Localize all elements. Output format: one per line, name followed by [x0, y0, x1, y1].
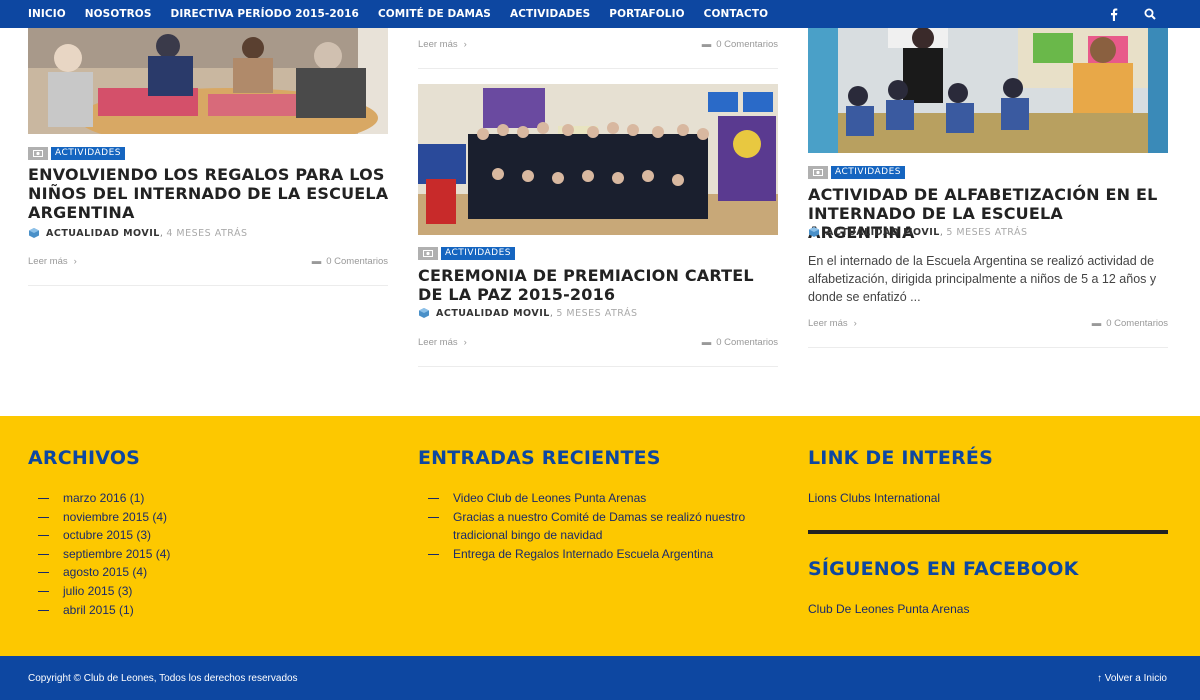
nav-item-comite-damas[interactable]: COMITÉ DE DAMAS	[378, 8, 491, 20]
archive-link[interactable]: abril 2015 (1)	[28, 601, 388, 620]
post-date: 4 MESES ATRÁS	[166, 227, 248, 239]
divider	[418, 68, 778, 69]
post-date: 5 MESES ATRÁS	[946, 226, 1028, 238]
chevron-right-icon: ›	[463, 39, 467, 50]
back-to-top-link[interactable]: ↑ Volver a Inicio	[1097, 673, 1167, 684]
cube-icon	[419, 308, 429, 318]
chevron-right-icon: ›	[853, 318, 857, 329]
camera-icon	[418, 246, 438, 260]
category-tag[interactable]: ACTIVIDADES	[51, 146, 126, 160]
post-author[interactable]: ACTUALIDAD MOVIL	[826, 227, 940, 238]
comments-link[interactable]: ▬ 0 Comentarios	[1092, 318, 1168, 329]
entradas-list: Video Club de Leones Punta Arenas Gracia…	[418, 489, 778, 563]
recent-post-link[interactable]: Entrega de Regalos Internado Escuela Arg…	[418, 545, 778, 564]
comment-icon: ▬	[1091, 318, 1102, 329]
main-menu: INICIO NOSOTROS DIRECTIVA PERÍODO 2015-2…	[0, 0, 787, 28]
divider	[28, 285, 388, 286]
post-thumbnail-alfabetizacion[interactable]	[808, 28, 1168, 153]
facebook-heading: SÍGUENOS EN FACEBOOK	[808, 558, 1079, 580]
archive-link[interactable]: octubre 2015 (3)	[28, 526, 388, 545]
cube-icon	[809, 227, 819, 237]
comments-link[interactable]: ▬ 0 Comentarios	[312, 256, 388, 267]
divider	[418, 366, 778, 367]
facebook-page-link[interactable]: Club De Leones Punta Arenas	[808, 602, 969, 616]
post-footer-row: Leer más › ▬ 0 Comentarios	[808, 318, 1168, 329]
post-author[interactable]: ACTUALIDAD MOVIL	[436, 308, 550, 319]
nav-item-contacto[interactable]: CONTACTO	[704, 8, 769, 20]
read-more-link[interactable]: Leer más ›	[418, 39, 467, 50]
bottom-bar: Copyright © Club de Leones, Todos los de…	[0, 656, 1200, 700]
nav-item-nosotros[interactable]: NOSOTROS	[85, 8, 152, 20]
comments-link[interactable]: ▬ 0 Comentarios	[702, 39, 778, 50]
nav-item-inicio[interactable]: INICIO	[28, 8, 66, 20]
post-category-row: ACTIVIDADES	[808, 165, 906, 179]
cube-icon	[29, 228, 39, 238]
copyright-text: Copyright © Club de Leones, Todos los de…	[28, 673, 298, 684]
nav-item-directiva[interactable]: DIRECTIVA PERÍODO 2015-2016	[171, 8, 359, 20]
category-tag[interactable]: ACTIVIDADES	[441, 246, 516, 260]
archive-link[interactable]: noviembre 2015 (4)	[28, 508, 388, 527]
recent-post-link[interactable]: Gracias a nuestro Comité de Damas se rea…	[418, 508, 778, 545]
camera-icon	[808, 165, 828, 179]
site-footer: ARCHIVOS marzo 2016 (1) noviembre 2015 (…	[0, 416, 1200, 656]
chevron-right-icon: ›	[73, 256, 77, 267]
comments-link[interactable]: ▬ 0 Comentarios	[702, 337, 778, 348]
category-tag[interactable]: ACTIVIDADES	[831, 165, 906, 179]
post-title[interactable]: CEREMONIA DE PREMIACION CARTEL DE LA PAZ…	[418, 266, 780, 304]
archivos-list: marzo 2016 (1) noviembre 2015 (4) octubr…	[28, 489, 388, 619]
comment-icon: ▬	[701, 39, 712, 50]
post-footer-row: Leer más › ▬ 0 Comentarios	[28, 256, 388, 267]
entradas-heading: ENTRADAS RECIENTES	[418, 447, 661, 469]
lions-clubs-link[interactable]: Lions Clubs International	[808, 491, 940, 505]
post-footer-row: Leer más › ▬ 0 Comentarios	[418, 39, 778, 50]
divider	[808, 347, 1168, 348]
post-meta: ACTUALIDAD MOVIL, 4 MESES ATRÁS	[28, 227, 248, 239]
recent-post-link[interactable]: Video Club de Leones Punta Arenas	[418, 489, 778, 508]
archive-link[interactable]: julio 2015 (3)	[28, 582, 388, 601]
post-thumbnail-regalos[interactable]	[28, 28, 388, 134]
archivos-heading: ARCHIVOS	[28, 447, 141, 469]
post-author[interactable]: ACTUALIDAD MOVIL	[46, 228, 160, 239]
archive-link[interactable]: agosto 2015 (4)	[28, 563, 388, 582]
links-heading: LINK DE INTERÉS	[808, 447, 993, 469]
archive-link[interactable]: septiembre 2015 (4)	[28, 545, 388, 564]
post-category-row: ACTIVIDADES	[418, 246, 516, 260]
post-excerpt: En el internado de la Escuela Argentina …	[808, 254, 1157, 304]
post-thumbnail-ceremonia[interactable]	[418, 84, 778, 235]
read-more-link[interactable]: Leer más ›	[808, 318, 857, 329]
read-more-link[interactable]: Leer más ›	[418, 337, 467, 348]
archive-link[interactable]: marzo 2016 (1)	[28, 489, 388, 508]
divider	[808, 530, 1168, 534]
post-category-row: ACTIVIDADES	[28, 146, 126, 160]
comment-icon: ▬	[701, 337, 712, 348]
post-title[interactable]: ENVOLVIENDO LOS REGALOS PARA LOS NIÑOS D…	[28, 165, 390, 222]
search-icon[interactable]	[1144, 8, 1156, 20]
facebook-icon[interactable]	[1110, 8, 1118, 21]
chevron-right-icon: ›	[463, 337, 467, 348]
post-meta: ACTUALIDAD MOVIL, 5 MESES ATRÁS	[808, 226, 1028, 238]
camera-icon	[28, 146, 48, 160]
nav-item-portafolio[interactable]: PORTAFOLIO	[609, 8, 684, 20]
nav-item-actividades[interactable]: ACTIVIDADES	[510, 8, 590, 20]
post-footer-row: Leer más › ▬ 0 Comentarios	[418, 337, 778, 348]
top-navigation: INICIO NOSOTROS DIRECTIVA PERÍODO 2015-2…	[0, 0, 1200, 28]
post-date: 5 MESES ATRÁS	[556, 307, 638, 319]
post-meta: ACTUALIDAD MOVIL, 5 MESES ATRÁS	[418, 307, 638, 319]
comment-icon: ▬	[311, 256, 322, 267]
read-more-link[interactable]: Leer más ›	[28, 256, 77, 267]
